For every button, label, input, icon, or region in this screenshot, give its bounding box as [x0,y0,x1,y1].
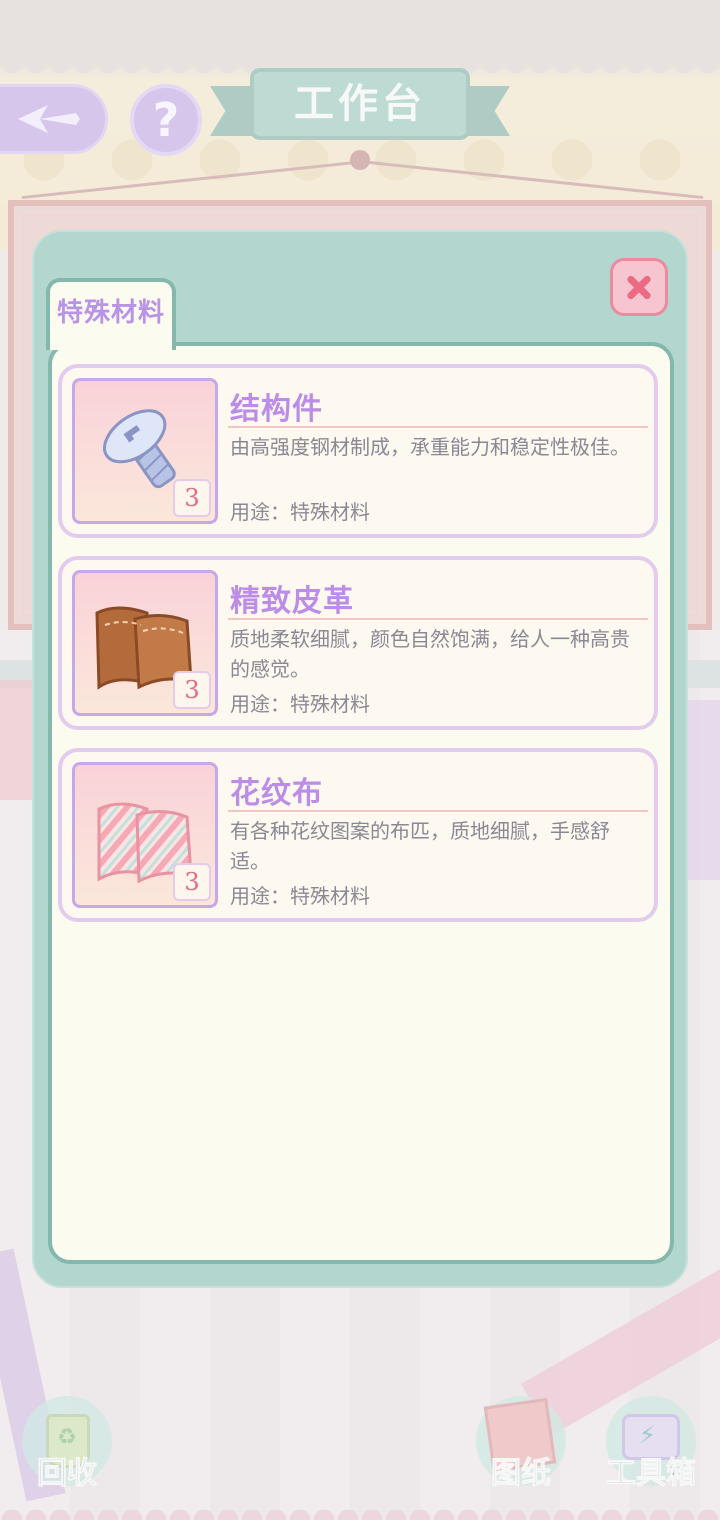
title-underline [228,426,648,428]
item-usage: 用途：特殊材料 [230,884,370,908]
item-description: 质地柔软细腻，颜色自然饱满，给人一种高贵的感觉。 [230,627,630,681]
item-thumbnail: 3 [72,570,218,716]
quantity-badge: 3 [173,863,211,901]
close-button[interactable] [610,258,668,316]
title-underline [228,618,648,620]
item-name: 花纹布 [230,776,323,811]
list-item[interactable]: 3 结构件 由高强度钢材制成，承重能力和稳定性极佳。 用途：特殊材料 [58,364,658,538]
item-usage: 用途：特殊材料 [230,500,370,524]
item-name: 精致皮革 [230,584,354,619]
item-usage: 用途：特殊材料 [230,692,370,716]
item-description: 有各种花纹图案的布匹，质地细腻，手感舒适。 [230,819,610,873]
item-thumbnail: 3 [72,762,218,908]
quantity-badge: 3 [173,671,211,709]
item-description: 由高强度钢材制成，承重能力和稳定性极佳。 [230,435,630,459]
title-underline [228,810,648,812]
quantity-badge: 3 [173,479,211,517]
tab-special-materials-label: 特殊材料 [56,298,165,328]
list-item[interactable]: 3 精致皮革 质地柔软细腻，颜色自然饱满，给人一种高贵的感觉。 用途：特殊材料 [58,556,658,730]
item-name: 结构件 [230,392,323,427]
list-item[interactable]: 3 花纹布 有各种花纹图案的布匹，质地细腻，手感舒适。 用途：特殊材料 [58,748,658,922]
item-thumbnail: 3 [72,378,218,524]
tab-joint [50,336,172,350]
